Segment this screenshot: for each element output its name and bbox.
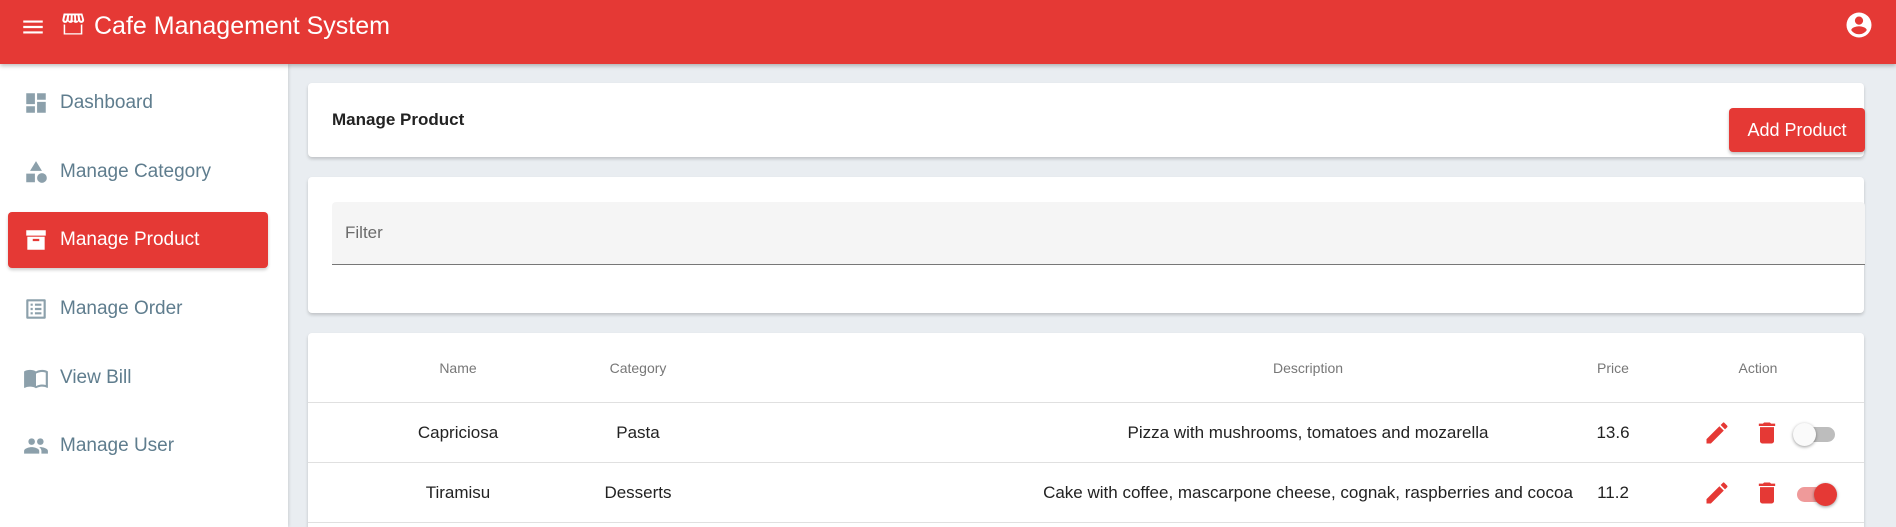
sidebar-item-manage-product[interactable]: Manage Product (8, 212, 268, 268)
sidebar-item-manage-user[interactable]: Manage User (8, 418, 268, 474)
table-row: Capriciosa Pasta Pizza with mushrooms, t… (308, 403, 1864, 463)
book-icon (22, 364, 50, 392)
inventory-icon (22, 226, 50, 254)
sidebar: Dashboard Manage Category Manage Product… (0, 64, 288, 527)
sidebar-item-label: Manage User (60, 435, 175, 456)
sidebar-item-manage-order[interactable]: Manage Order (8, 281, 268, 337)
status-toggle[interactable] (1793, 483, 1837, 506)
sidebar-item-label: Manage Category (60, 161, 212, 182)
edit-icon[interactable] (1703, 419, 1731, 447)
product-table: Name Category Description Price Action C… (308, 333, 1864, 527)
column-header-name[interactable]: Name (358, 333, 558, 403)
menu-icon (23, 20, 43, 34)
page-header-card: Manage Product Add Product (308, 83, 1865, 157)
account-circle-icon[interactable] (1844, 10, 1874, 40)
list-alt-icon (22, 295, 50, 323)
app-title: Cafe Management System (94, 12, 390, 40)
delete-icon[interactable] (1753, 419, 1781, 447)
cell-price: 13.6 (1596, 423, 1630, 442)
dashboard-icon (22, 89, 50, 117)
people-icon (22, 432, 50, 460)
column-header-action: Action (1738, 360, 1778, 376)
filter-field (332, 202, 1865, 265)
top-app-bar: Cafe Management System (0, 0, 1896, 64)
storefront-icon (62, 13, 85, 35)
filter-card (308, 177, 1865, 313)
cell-category: Pasta (616, 423, 660, 442)
table-header-row: Name Category Description Price Action (308, 333, 1864, 403)
cell-name: Tiramisu (425, 483, 491, 502)
sidebar-item-dashboard[interactable]: Dashboard (8, 75, 268, 131)
delete-icon[interactable] (1753, 479, 1781, 507)
sidebar-item-label: Manage Order (60, 298, 183, 319)
category-icon (22, 158, 50, 186)
table-row: Tiramisu Desserts Cake with coffee, masc… (308, 463, 1864, 523)
column-header-category[interactable]: Category (538, 333, 738, 403)
add-product-button[interactable]: Add Product (1729, 108, 1865, 152)
filter-input[interactable] (332, 202, 1865, 264)
sidebar-item-label: View Bill (60, 367, 132, 388)
edit-icon[interactable] (1703, 479, 1731, 507)
sidebar-item-label: Dashboard (60, 92, 153, 113)
status-toggle[interactable] (1793, 423, 1837, 446)
page-title: Manage Product (332, 110, 465, 129)
cell-category: Desserts (604, 483, 672, 502)
menu-button[interactable] (18, 12, 48, 42)
sidebar-item-label: Manage Product (60, 229, 200, 250)
cell-price: 11.2 (1597, 483, 1629, 502)
sidebar-item-view-bill[interactable]: View Bill (8, 350, 268, 406)
cell-name: Capriciosa (417, 423, 499, 442)
sidebar-item-manage-category[interactable]: Manage Category (8, 144, 268, 200)
